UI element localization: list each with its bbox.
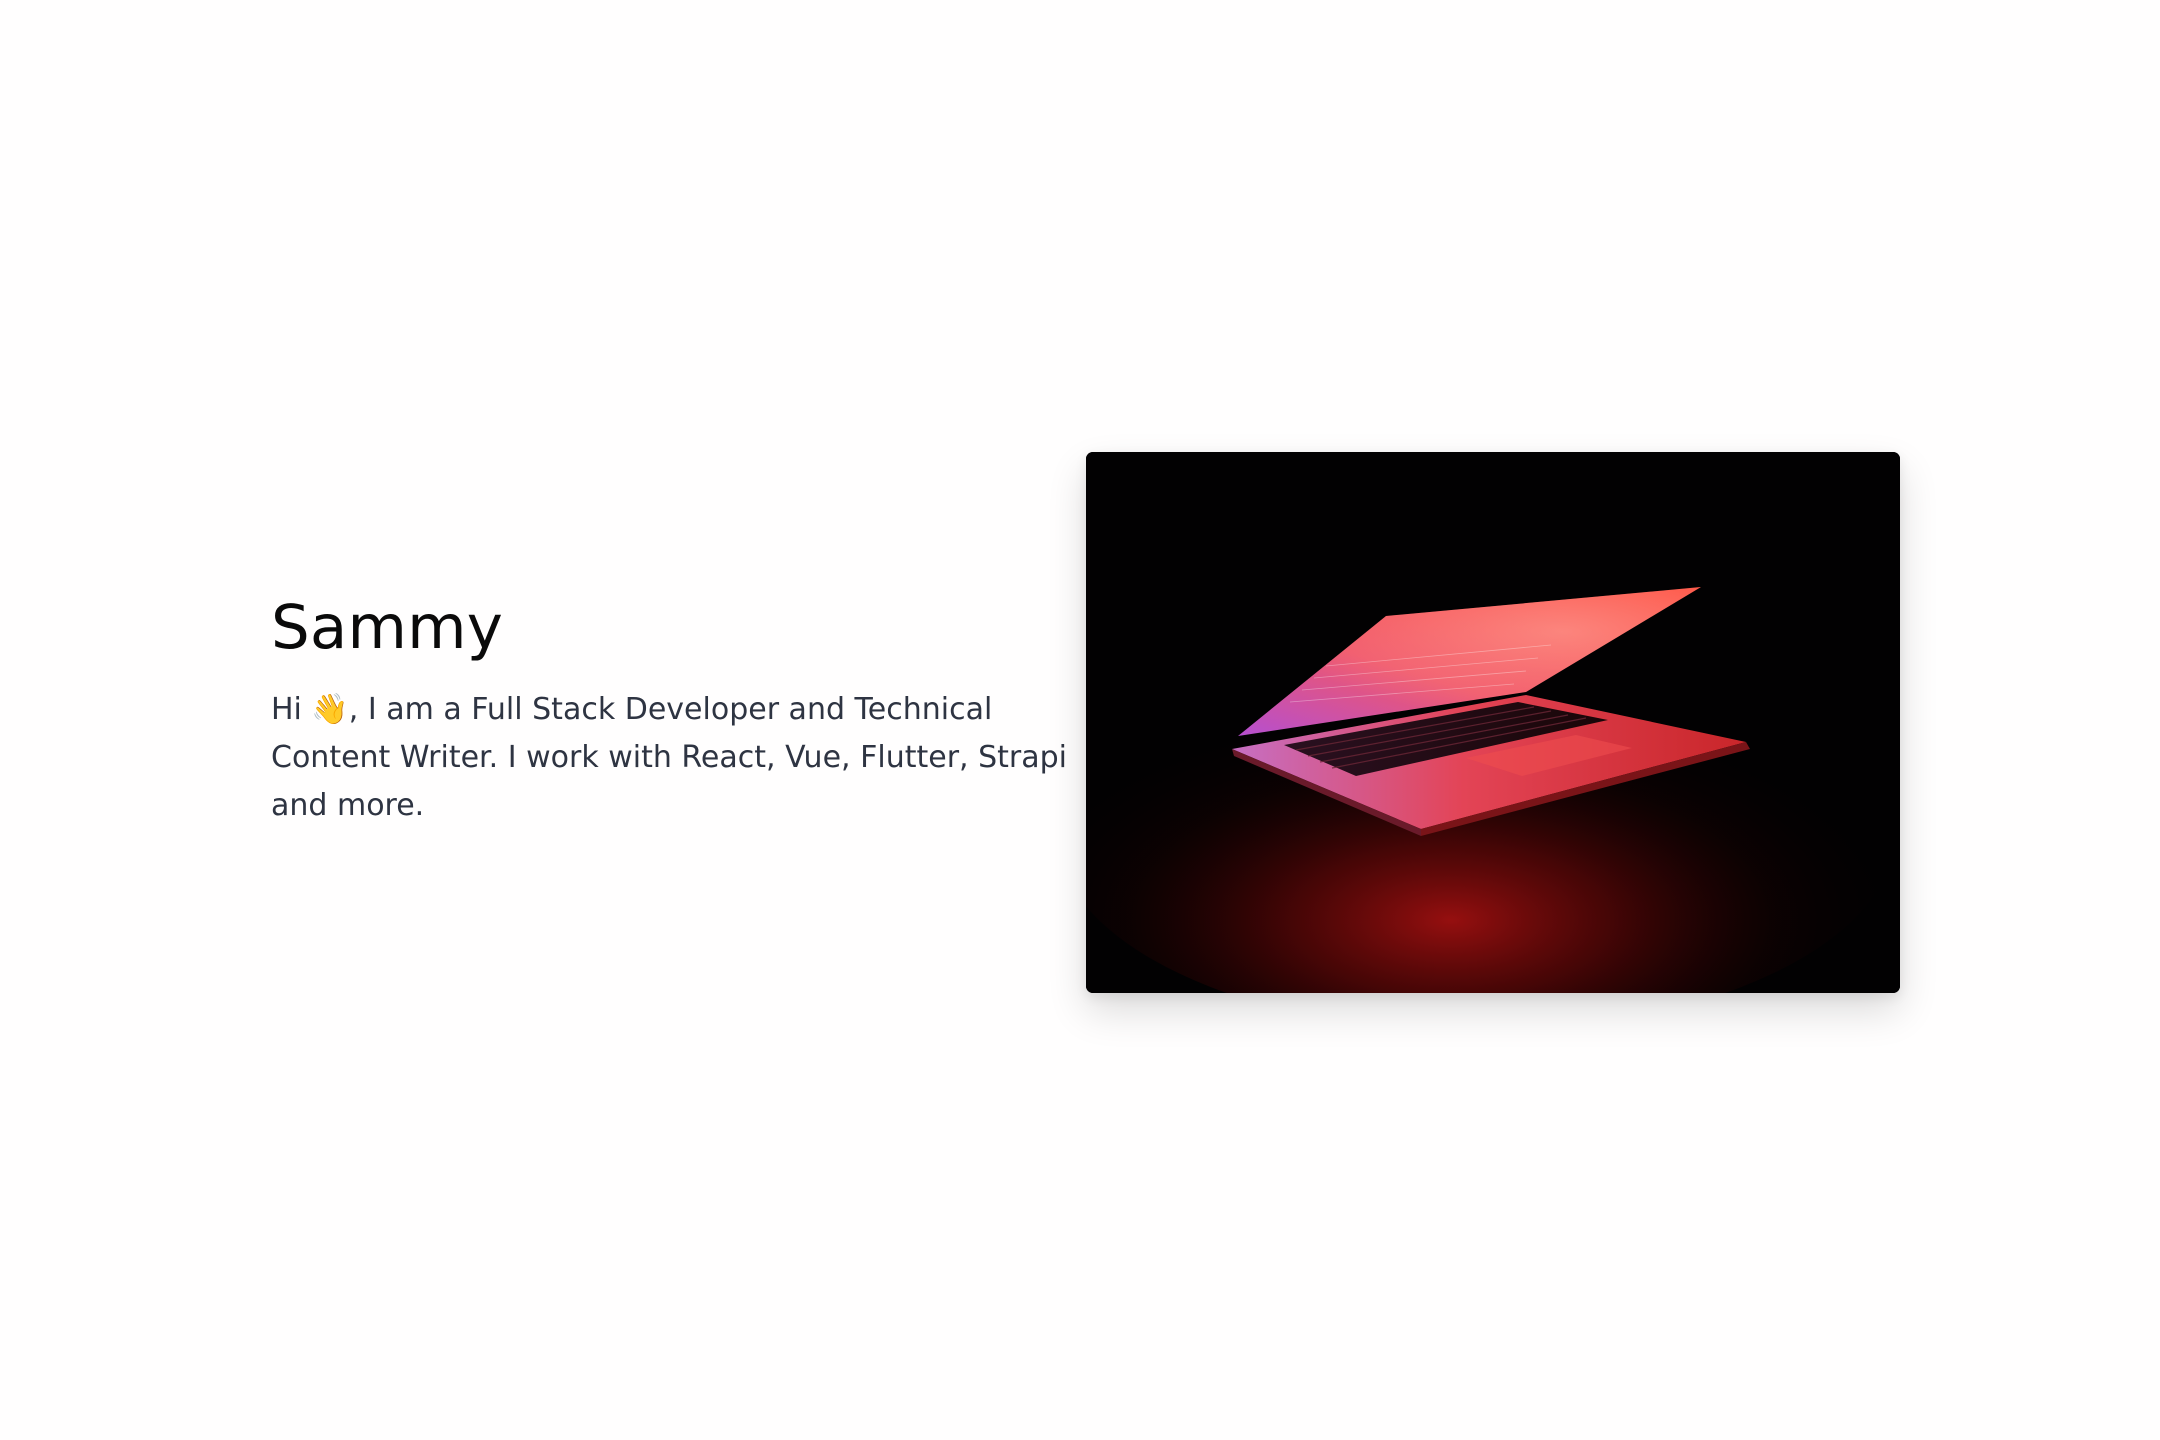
hero-section: Sammy Hi 👋, I am a Full Stack Developer … xyxy=(0,0,2160,1440)
profile-bio: Hi 👋, I am a Full Stack Developer and Te… xyxy=(271,692,1067,823)
intro: Sammy Hi 👋, I am a Full Stack Developer … xyxy=(271,586,1071,830)
laptop-illustration xyxy=(1086,452,1900,993)
hero-image xyxy=(1086,452,1900,993)
profile-name: Sammy xyxy=(271,592,504,663)
